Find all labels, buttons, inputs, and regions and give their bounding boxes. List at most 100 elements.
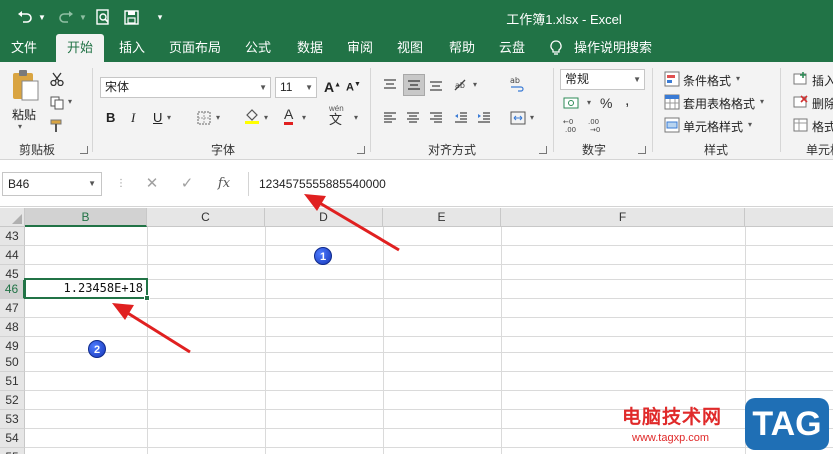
row-header-48[interactable]: 48: [0, 318, 25, 337]
accounting-format-icon[interactable]: [562, 94, 586, 112]
orientation-icon[interactable]: ab: [452, 76, 470, 94]
font-size-select[interactable]: 11 ▼: [275, 77, 317, 98]
row-header-44[interactable]: 44: [0, 246, 25, 265]
tab-page-layout[interactable]: 页面布局: [164, 34, 226, 62]
row-header-43[interactable]: 43: [0, 227, 25, 246]
tab-formulas[interactable]: 公式: [236, 34, 280, 62]
increase-indent-icon[interactable]: [475, 109, 493, 127]
accounting-dropdown-icon[interactable]: ▾: [587, 98, 591, 107]
delete-cells-icon[interactable]: [792, 93, 810, 111]
tab-cloud[interactable]: 云盘: [492, 34, 532, 62]
align-left-icon[interactable]: [381, 109, 399, 127]
borders-icon[interactable]: [195, 109, 213, 127]
merge-dropdown-icon[interactable]: ▾: [530, 113, 534, 122]
number-format-select[interactable]: 常规 ▼: [560, 69, 645, 90]
tell-me-search[interactable]: 操作说明搜索: [566, 34, 660, 62]
number-launcher-icon[interactable]: [638, 146, 646, 154]
tab-help[interactable]: 帮助: [442, 34, 482, 62]
format-as-table-button[interactable]: 套用表格格式: [683, 95, 755, 112]
delete-cells-button[interactable]: 删除: [812, 95, 833, 112]
bold-button[interactable]: B: [106, 110, 115, 125]
copy-dropdown-icon[interactable]: ▾: [68, 97, 72, 106]
align-center-icon[interactable]: [404, 109, 422, 127]
format-cells-icon[interactable]: [792, 116, 810, 134]
underline-dropdown-icon[interactable]: ▾: [167, 113, 171, 122]
phonetic-dropdown-icon[interactable]: ▾: [354, 113, 358, 122]
copy-icon[interactable]: [48, 94, 66, 112]
column-header-f[interactable]: F: [501, 208, 745, 227]
cancel-entry-button[interactable]: ✕: [143, 175, 161, 193]
name-box[interactable]: B46 ▼: [2, 172, 102, 196]
paste-icon[interactable]: [8, 68, 42, 102]
insert-cells-button[interactable]: 插入: [812, 72, 833, 89]
align-right-icon[interactable]: [427, 109, 445, 127]
wrap-text-icon[interactable]: ab: [509, 75, 527, 93]
formula-input[interactable]: 1234575555885540000: [248, 172, 831, 196]
merge-center-icon[interactable]: [509, 109, 527, 127]
cut-icon[interactable]: [48, 70, 66, 88]
increase-font-size-button[interactable]: A▲: [324, 79, 341, 95]
italic-button[interactable]: I: [131, 110, 135, 126]
column-header-d[interactable]: D: [265, 208, 383, 227]
font-name-select[interactable]: 宋体 ▼: [100, 77, 271, 98]
tab-insert[interactable]: 插入: [110, 34, 154, 62]
decrease-indent-icon[interactable]: [452, 109, 470, 127]
align-top-icon[interactable]: [381, 76, 399, 94]
percent-style-button[interactable]: %: [600, 95, 612, 111]
column-header-e[interactable]: E: [383, 208, 501, 227]
row-header-50[interactable]: 50: [0, 353, 25, 372]
row-header-46[interactable]: 46: [0, 280, 25, 299]
column-header-c[interactable]: C: [147, 208, 265, 227]
tab-data[interactable]: 数据: [290, 34, 330, 62]
font-color-dropdown-icon[interactable]: ▾: [302, 113, 306, 122]
align-middle-icon[interactable]: [403, 74, 425, 96]
format-painter-icon[interactable]: [48, 117, 66, 135]
tab-file[interactable]: 文件: [2, 34, 46, 62]
row-header-53[interactable]: 53: [0, 410, 25, 429]
align-bottom-icon[interactable]: [427, 76, 445, 94]
column-header-g[interactable]: [745, 208, 833, 227]
clipboard-launcher-icon[interactable]: [80, 146, 88, 154]
underline-button[interactable]: U: [153, 110, 162, 125]
cell-styles-dropdown-icon[interactable]: ▾: [748, 120, 752, 129]
confirm-entry-button[interactable]: ✓: [178, 175, 196, 193]
tab-home[interactable]: 开始: [56, 34, 104, 62]
paste-dropdown-icon[interactable]: ▾: [18, 122, 22, 131]
fill-handle[interactable]: [144, 295, 150, 301]
cell-styles-button[interactable]: 单元格样式: [683, 118, 743, 135]
format-as-table-icon[interactable]: [663, 93, 681, 111]
conditional-format-icon[interactable]: [663, 70, 681, 88]
font-color-button[interactable]: A: [284, 107, 294, 125]
paste-label[interactable]: 粘贴: [12, 106, 36, 123]
phonetic-guide-button[interactable]: wén 文: [329, 104, 344, 126]
row-header-51[interactable]: 51: [0, 372, 25, 391]
fill-color-dropdown-icon[interactable]: ▾: [264, 113, 268, 122]
decrease-decimal-icon[interactable]: .00 →0: [588, 116, 608, 134]
insert-function-button[interactable]: fx: [215, 175, 233, 193]
orientation-dropdown-icon[interactable]: ▾: [473, 80, 477, 89]
select-all-corner[interactable]: [0, 208, 25, 227]
column-header-b[interactable]: B: [25, 208, 147, 227]
format-cells-button[interactable]: 格式: [812, 118, 833, 135]
font-group-label: 字体: [210, 143, 235, 157]
cell-styles-icon[interactable]: [663, 116, 681, 134]
increase-decimal-icon[interactable]: ←0.00: [563, 116, 583, 134]
decrease-font-size-button[interactable]: A▼: [346, 81, 361, 94]
active-cell-b46[interactable]: 1.23458E+18: [24, 278, 148, 299]
tab-view[interactable]: 视图: [390, 34, 430, 62]
watermark-site-name: 电脑技术网: [622, 407, 723, 428]
tab-review[interactable]: 审阅: [340, 34, 380, 62]
row-header-54[interactable]: 54: [0, 429, 25, 448]
row-header-52[interactable]: 52: [0, 391, 25, 410]
alignment-launcher-icon[interactable]: [539, 146, 547, 154]
fill-color-icon[interactable]: [243, 107, 261, 125]
font-launcher-icon[interactable]: [357, 146, 365, 154]
conditional-format-button[interactable]: 条件格式: [683, 72, 731, 89]
row-header-55[interactable]: 55: [0, 448, 25, 454]
borders-dropdown-icon[interactable]: ▾: [216, 113, 220, 122]
insert-cells-icon[interactable]: [792, 70, 810, 88]
row-header-47[interactable]: 47: [0, 299, 25, 318]
conditional-format-dropdown-icon[interactable]: ▾: [736, 74, 740, 83]
comma-style-button[interactable]: ,: [625, 92, 629, 110]
format-as-table-dropdown-icon[interactable]: ▾: [760, 97, 764, 106]
